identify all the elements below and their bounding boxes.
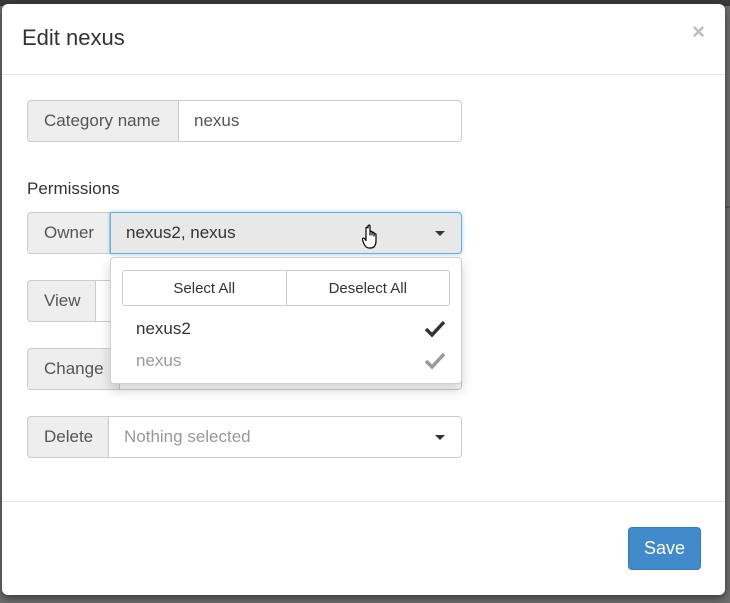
- owner-group: Owner nexus2, nexus: [27, 212, 462, 254]
- delete-group: Delete Nothing selected: [27, 416, 462, 458]
- edit-modal: Edit nexus × Category name Permissions O…: [2, 4, 725, 595]
- category-name-group: Category name: [27, 100, 462, 142]
- option-label: nexus: [136, 351, 182, 370]
- chevron-down-icon: [435, 435, 445, 440]
- close-button[interactable]: ×: [692, 20, 705, 44]
- view-label: View: [27, 280, 96, 322]
- deselect-all-button[interactable]: Deselect All: [286, 270, 450, 306]
- delete-select-placeholder: Nothing selected: [124, 427, 251, 446]
- owner-label: Owner: [27, 212, 110, 254]
- hand-cursor-icon: [362, 224, 377, 249]
- category-name-label: Category name: [27, 100, 179, 142]
- dropdown-option: nexus: [111, 346, 461, 376]
- checkmark-icon: [425, 352, 445, 370]
- bulk-actions: Select All Deselect All: [122, 270, 450, 306]
- chevron-down-icon: [435, 231, 445, 236]
- dropdown-option[interactable]: nexus2: [111, 314, 461, 344]
- change-label: Change: [27, 348, 120, 390]
- modal-header: Edit nexus ×: [2, 4, 725, 75]
- checkmark-icon: [425, 320, 445, 338]
- delete-label: Delete: [27, 416, 109, 458]
- option-label: nexus2: [136, 319, 191, 338]
- footer-divider: [2, 501, 725, 502]
- select-all-button[interactable]: Select All: [122, 270, 287, 306]
- modal-title: Edit nexus: [22, 25, 125, 50]
- delete-select[interactable]: Nothing selected: [109, 416, 462, 458]
- owner-select[interactable]: nexus2, nexus: [110, 212, 462, 254]
- owner-select-value: nexus2, nexus: [126, 223, 236, 242]
- permissions-label: Permissions: [27, 179, 120, 198]
- category-name-input[interactable]: [179, 100, 462, 142]
- save-button[interactable]: Save: [628, 527, 701, 570]
- owner-dropdown-menu: Select All Deselect All nexus2 nexus: [110, 257, 462, 384]
